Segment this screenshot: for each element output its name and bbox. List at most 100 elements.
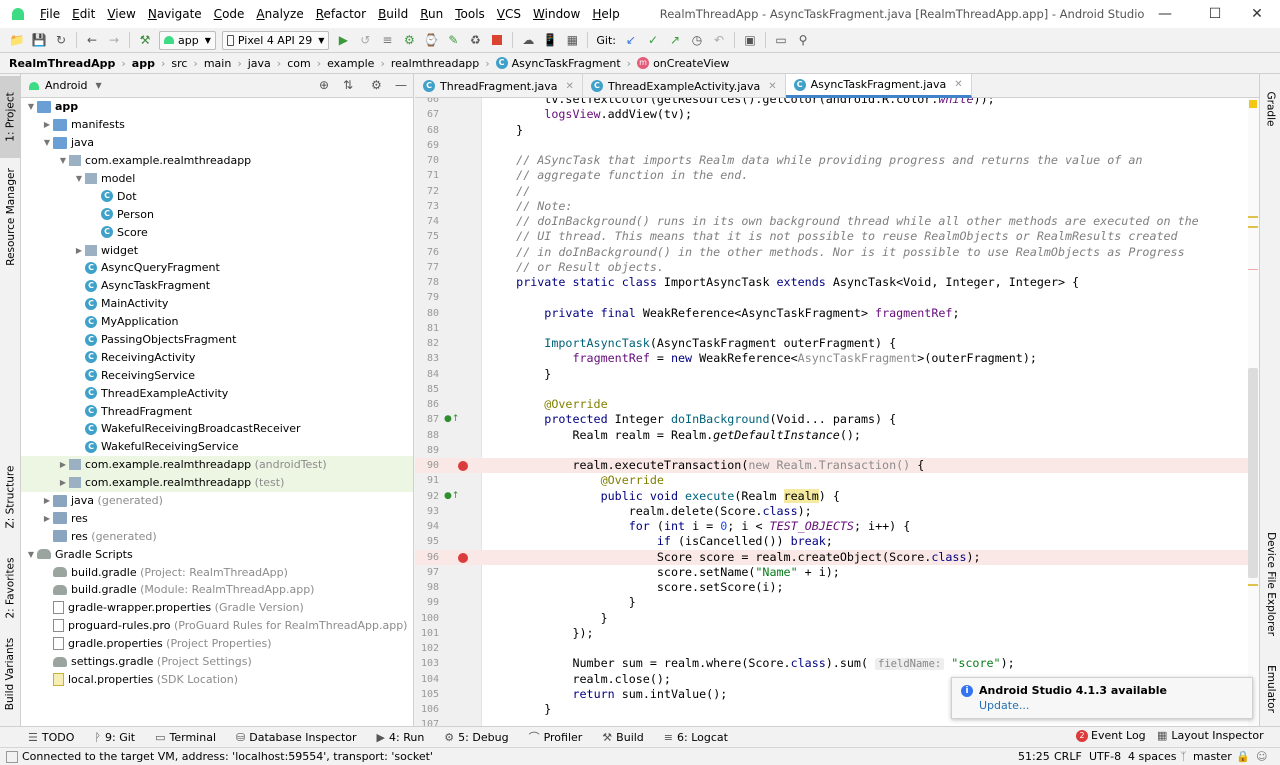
tree-item[interactable]: C ThreadExampleActivity bbox=[21, 384, 413, 402]
tree-item[interactable]: ▶ res bbox=[21, 509, 413, 527]
line-number[interactable]: 81 bbox=[415, 321, 439, 336]
terminal-toggle-icon[interactable]: ▭ bbox=[772, 31, 790, 49]
override-icon[interactable]: ●↑ bbox=[444, 491, 459, 501]
code-line[interactable]: 82 ImportAsyncTask(AsyncTaskFragment out… bbox=[415, 336, 1259, 351]
tree-item[interactable]: res (generated) bbox=[21, 527, 413, 545]
tree-item[interactable]: ▶ com.example.realmthreadapp (test) bbox=[21, 473, 413, 492]
close-icon[interactable]: ✕ bbox=[1234, 0, 1280, 28]
tree-item[interactable]: C AsyncQueryFragment bbox=[21, 259, 413, 277]
tree-item[interactable]: ▶ com.example.realmthreadapp (androidTest… bbox=[21, 455, 413, 474]
sdk-manager-icon[interactable]: 📱 bbox=[541, 31, 559, 49]
view-mode-select[interactable]: Android bbox=[45, 79, 88, 92]
run-icon[interactable]: ▶ bbox=[334, 31, 352, 49]
run-config-select[interactable]: app ▼ bbox=[159, 30, 216, 50]
tree-item[interactable]: C MainActivity bbox=[21, 295, 413, 313]
chevron-right-icon[interactable]: ▶ bbox=[41, 496, 53, 505]
line-number[interactable]: 75 bbox=[415, 229, 439, 244]
back-icon[interactable]: ← bbox=[83, 31, 101, 49]
menu-vcs[interactable]: VCS bbox=[491, 0, 527, 28]
menu-analyze[interactable]: Analyze bbox=[250, 0, 309, 28]
breadcrumb-item[interactable]: realmthreadapp bbox=[388, 57, 482, 70]
project-structure-icon[interactable]: ▣ bbox=[741, 31, 759, 49]
override-icon[interactable]: ●↑ bbox=[444, 414, 459, 424]
collapse-all-icon[interactable]: ⇅ bbox=[343, 78, 353, 92]
code-line[interactable]: 89 bbox=[415, 443, 1259, 458]
code-line[interactable]: 85 bbox=[415, 382, 1259, 397]
line-number[interactable]: 69 bbox=[415, 138, 439, 153]
avd-manager-icon[interactable]: ☁ bbox=[519, 31, 537, 49]
chevron-down-icon[interactable]: ▼ bbox=[73, 174, 85, 183]
tree-item[interactable]: C AsyncTaskFragment bbox=[21, 277, 413, 295]
code-line[interactable]: 80 private final WeakReference<AsyncTask… bbox=[415, 306, 1259, 321]
line-number[interactable]: 96 bbox=[415, 550, 439, 565]
line-number[interactable]: 77 bbox=[415, 260, 439, 275]
code-line[interactable]: 67 logsView.addView(tv); bbox=[415, 107, 1259, 122]
line-number[interactable]: 97 bbox=[415, 565, 439, 580]
line-number[interactable]: 91 bbox=[415, 473, 439, 488]
sync-icon[interactable]: ↻ bbox=[52, 31, 70, 49]
breadcrumb-item[interactable]: RealmThreadApp bbox=[6, 57, 118, 70]
tree-item[interactable]: gradle-wrapper.properties (Gradle Versio… bbox=[21, 599, 413, 617]
tab-device-file-explorer[interactable]: Device File Explorer bbox=[1260, 519, 1280, 649]
code-line[interactable]: 90 realm.executeTransaction(new Realm.Tr… bbox=[415, 458, 1259, 474]
line-number[interactable]: 83 bbox=[415, 351, 439, 366]
code-line[interactable]: 68 } bbox=[415, 123, 1259, 138]
tool-debug[interactable]: ⚙ 5: Debug bbox=[444, 731, 508, 744]
line-number[interactable]: 73 bbox=[415, 199, 439, 214]
tool-git[interactable]: ᚹ 9: Git bbox=[94, 731, 135, 744]
code-line[interactable]: 76 // in doInBackground() in the other m… bbox=[415, 245, 1259, 260]
tree-item[interactable]: C WakefulReceivingService bbox=[21, 438, 413, 456]
line-number[interactable]: 104 bbox=[415, 672, 439, 687]
forward-icon[interactable]: → bbox=[105, 31, 123, 49]
breadcrumb-item[interactable]: java bbox=[245, 57, 274, 70]
code-line[interactable]: 103 Number sum = realm.where(Score.class… bbox=[415, 656, 1259, 671]
stop-icon[interactable] bbox=[488, 31, 506, 49]
editor-tab[interactable]: C AsyncTaskFragment.java ✕ bbox=[785, 74, 972, 98]
tree-item[interactable]: ▶ widget bbox=[21, 241, 413, 259]
code-line[interactable]: 98 score.setScore(i); bbox=[415, 580, 1259, 595]
line-number[interactable]: 68 bbox=[415, 123, 439, 138]
device-select[interactable]: Pixel 4 API 29 ▼ bbox=[221, 30, 330, 50]
tool-windows-icon[interactable] bbox=[6, 750, 18, 763]
indent-setting[interactable]: 4 spaces bbox=[1128, 748, 1177, 765]
tree-item[interactable]: C Score bbox=[21, 223, 413, 241]
code-line[interactable]: 86 @Override bbox=[415, 397, 1259, 412]
tree-item[interactable]: C ReceivingService bbox=[21, 366, 413, 384]
git-rollback-icon[interactable]: ↶ bbox=[710, 31, 728, 49]
menu-refactor[interactable]: Refactor bbox=[310, 0, 372, 28]
breadcrumb-item[interactable]: src bbox=[168, 57, 190, 70]
git-branch[interactable]: master bbox=[1193, 748, 1232, 765]
menu-window[interactable]: Window bbox=[527, 0, 586, 28]
tree-item[interactable]: ▼ app bbox=[21, 98, 413, 116]
tree-item[interactable]: C ThreadFragment bbox=[21, 402, 413, 420]
chevron-down-icon[interactable]: ▼ bbox=[96, 81, 102, 90]
git-history-icon[interactable]: ◷ bbox=[688, 31, 706, 49]
menu-tools[interactable]: Tools bbox=[449, 0, 491, 28]
tab-structure[interactable]: Z: Structure bbox=[0, 460, 21, 534]
breadcrumb-item[interactable]: m onCreateView bbox=[634, 57, 732, 70]
breadcrumb-item[interactable]: app bbox=[129, 57, 158, 70]
debug-icon[interactable]: ⚙ bbox=[400, 31, 418, 49]
code-line[interactable]: 83 fragmentRef = new WeakReference<Async… bbox=[415, 351, 1259, 366]
code-line[interactable]: 74 // doInBackground() runs in its own b… bbox=[415, 214, 1259, 229]
line-number[interactable]: 90 bbox=[415, 458, 439, 473]
gear-icon[interactable]: ⚙ bbox=[371, 78, 382, 92]
code-line[interactable]: 77 // or Result objects. bbox=[415, 260, 1259, 275]
tab-gradle[interactable]: Gradle bbox=[1260, 84, 1280, 134]
tool-database-inspector[interactable]: ⛁ Database Inspector bbox=[236, 731, 357, 744]
code-line[interactable]: 75 // UI thread. This means that it is n… bbox=[415, 229, 1259, 244]
line-number[interactable]: 85 bbox=[415, 382, 439, 397]
line-number[interactable]: 78 bbox=[415, 275, 439, 290]
code-line[interactable]: 81 bbox=[415, 321, 1259, 336]
code-line[interactable]: 102 bbox=[415, 641, 1259, 656]
menu-code[interactable]: Code bbox=[208, 0, 251, 28]
code-line[interactable]: 84 } bbox=[415, 367, 1259, 382]
tree-item[interactable]: ▼ com.example.realmthreadapp bbox=[21, 152, 413, 170]
line-number[interactable]: 89 bbox=[415, 443, 439, 458]
git-commit-icon[interactable]: ✓ bbox=[644, 31, 662, 49]
tool-run[interactable]: ▶ 4: Run bbox=[377, 731, 425, 744]
menu-help[interactable]: Help bbox=[586, 0, 625, 28]
line-number[interactable]: 107 bbox=[415, 717, 439, 726]
chevron-right-icon[interactable]: ▶ bbox=[41, 514, 53, 523]
tree-item[interactable]: local.properties (SDK Location) bbox=[21, 671, 413, 689]
